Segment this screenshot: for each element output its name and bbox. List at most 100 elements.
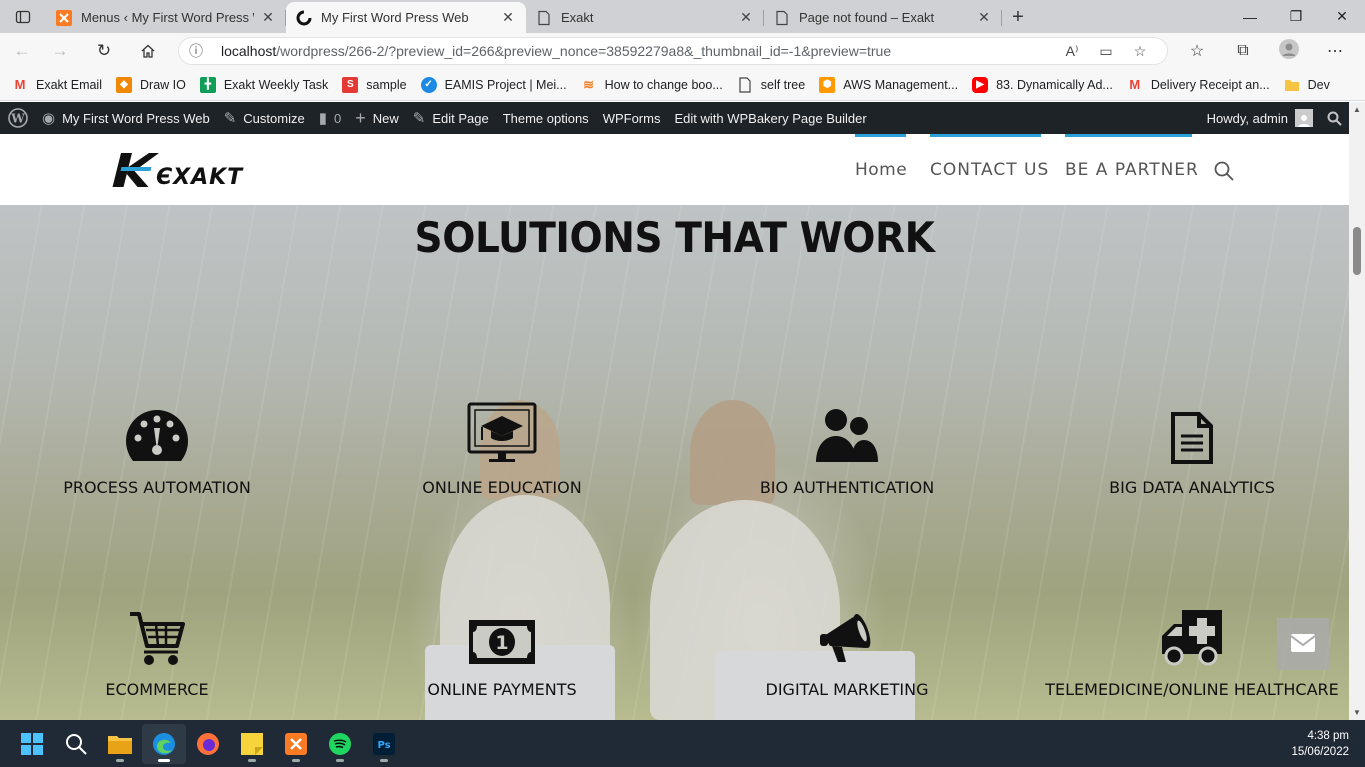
- customize-label: Customize: [243, 110, 305, 126]
- solutions-section: SOLUTIONS THAT WORK PROCESS AUTOMATION O…: [0, 205, 1349, 720]
- firefox-icon[interactable]: [186, 724, 230, 764]
- xampp-taskbar-icon[interactable]: [274, 724, 318, 764]
- menu-item-home[interactable]: Home: [855, 160, 907, 180]
- search-taskbar-icon[interactable]: [54, 724, 98, 764]
- wp-new[interactable]: + New: [348, 102, 406, 134]
- site-info-icon[interactable]: ⓘ: [189, 41, 211, 61]
- bookmark-sample[interactable]: Ssample: [342, 76, 407, 93]
- file-explorer-icon[interactable]: [98, 724, 142, 764]
- close-tab-icon[interactable]: ✕: [500, 9, 516, 26]
- service-process-automation[interactable]: PROCESS AUTOMATION: [7, 396, 307, 497]
- wp-search-icon[interactable]: [1320, 102, 1349, 134]
- page-scrollbar[interactable]: ▲ ▼: [1349, 102, 1365, 720]
- main-menu: Home CONTACT US BE A PARTNER: [0, 134, 1349, 205]
- bookmark-label: EAMIS Project | Mei...: [444, 77, 567, 92]
- close-tab-icon[interactable]: ✕: [976, 9, 992, 26]
- search-icon[interactable]: [1214, 161, 1234, 184]
- service-bio-authentication[interactable]: BIO AUTHENTICATION: [697, 396, 997, 497]
- bookmark-self-tree[interactable]: self tree: [737, 76, 805, 93]
- wp-customize[interactable]: ✎ Customize: [217, 102, 312, 134]
- bookmark-dev[interactable]: Dev: [1284, 77, 1330, 93]
- new-tab-icon[interactable]: +: [1002, 2, 1034, 33]
- pencil-icon: ✎: [412, 110, 426, 127]
- tab-page-not-found[interactable]: Page not found – Exakt ✕: [764, 2, 1002, 33]
- bookmark-label: Exakt Email: [36, 77, 102, 92]
- reload-icon[interactable]: ↻: [82, 33, 126, 69]
- service-online-education[interactable]: ONLINE EDUCATION: [352, 396, 652, 497]
- forward-icon[interactable]: →: [38, 33, 82, 69]
- new-label: New: [372, 110, 399, 126]
- more-menu-icon[interactable]: ⋯: [1312, 41, 1358, 61]
- start-icon[interactable]: [10, 724, 54, 764]
- minimize-icon[interactable]: —: [1227, 0, 1273, 33]
- drawio-icon: ◆: [116, 76, 132, 93]
- add-favorite-icon[interactable]: ☆: [1123, 43, 1157, 60]
- wp-wpbakery[interactable]: Edit with WPBakery Page Builder: [667, 102, 873, 134]
- scrollbar-thumb[interactable]: [1353, 227, 1361, 275]
- graduation-monitor-icon: [352, 396, 652, 464]
- address-bar[interactable]: ⓘ localhost/wordpress/266-2/?preview_id=…: [178, 37, 1168, 65]
- service-big-data-analytics[interactable]: BIG DATA ANALYTICS: [1042, 396, 1342, 497]
- bookmark-exakt-email[interactable]: M Exakt Email: [12, 77, 102, 93]
- tab-menus[interactable]: Menus ‹ My First Word Press We ✕: [46, 2, 286, 33]
- scroll-up-icon[interactable]: ▲: [1353, 105, 1361, 114]
- brush-icon: ✎: [223, 110, 237, 127]
- document-icon: [1042, 396, 1342, 464]
- wp-site-name[interactable]: ◉ My First Word Press Web: [35, 102, 217, 134]
- spotify-icon[interactable]: [318, 724, 362, 764]
- wordpress-logo-icon[interactable]: W: [0, 102, 35, 134]
- tab-my-first-word-press-web[interactable]: My First Word Press Web ✕: [286, 2, 526, 33]
- sheets-icon: ╋: [199, 76, 216, 93]
- check-icon: ✓: [420, 76, 437, 93]
- collections-icon[interactable]: ⧉: [1220, 42, 1266, 60]
- bookmark-label: Draw IO: [140, 77, 186, 92]
- page-icon: [774, 10, 790, 26]
- service-digital-marketing[interactable]: DIGITAL MARKETING: [697, 598, 997, 699]
- wp-theme-options[interactable]: Theme options: [496, 102, 596, 134]
- tab-exakt[interactable]: Exakt ✕: [526, 2, 764, 33]
- theme-options-label: Theme options: [502, 110, 589, 126]
- bookmark-weekly-task[interactable]: ╋ Exakt Weekly Task: [199, 76, 328, 93]
- s-icon: S: [342, 76, 359, 93]
- bookmark-delivery-receipt[interactable]: M Delivery Receipt an...: [1127, 77, 1269, 93]
- url-text[interactable]: localhost/wordpress/266-2/?preview_id=26…: [221, 43, 1055, 59]
- service-ecommerce[interactable]: ECOMMERCE: [7, 598, 307, 699]
- favorites-icon[interactable]: ☆: [1174, 41, 1220, 61]
- scroll-down-icon[interactable]: ▼: [1353, 708, 1361, 717]
- wp-loader-icon: [296, 10, 312, 26]
- close-window-icon[interactable]: ✕: [1319, 0, 1365, 33]
- bookmark-how-to-change[interactable]: ≋ How to change boo...: [581, 77, 723, 93]
- bookmark-label: sample: [366, 77, 407, 92]
- menu-indicator: [930, 134, 1041, 137]
- photoshop-icon[interactable]: Ps: [362, 724, 406, 764]
- home-icon[interactable]: [126, 33, 170, 69]
- tab-actions-icon[interactable]: [0, 0, 46, 33]
- gmail-icon: M: [1129, 77, 1141, 92]
- profile-icon[interactable]: [1266, 38, 1312, 64]
- menu-item-be-a-partner[interactable]: BE A PARTNER: [1065, 160, 1199, 180]
- megaphone-icon: [697, 598, 997, 666]
- sticky-notes-icon[interactable]: [230, 724, 274, 764]
- system-clock[interactable]: 4:38 pm 15/06/2022: [1291, 728, 1349, 760]
- read-aloud-icon[interactable]: A⁾: [1055, 43, 1089, 60]
- service-online-payments[interactable]: 1 ONLINE PAYMENTS: [352, 598, 652, 699]
- immersive-reader-icon[interactable]: ▭: [1089, 43, 1123, 60]
- wp-comments[interactable]: ▮ 0: [312, 102, 349, 134]
- bookmark-dynamically[interactable]: ▶ 83. Dynamically Ad...: [972, 76, 1113, 93]
- close-tab-icon[interactable]: ✕: [260, 9, 276, 26]
- edge-icon[interactable]: [142, 723, 186, 764]
- avatar: [1295, 109, 1313, 127]
- bookmark-eamis[interactable]: ✓ EAMIS Project | Mei...: [420, 76, 567, 93]
- site-name-label: My First Word Press Web: [62, 110, 210, 126]
- close-tab-icon[interactable]: ✕: [738, 9, 754, 26]
- wp-my-account[interactable]: Howdy, admin: [1200, 102, 1320, 134]
- wp-wpforms[interactable]: WPForms: [596, 102, 668, 134]
- bookmark-draw-io[interactable]: ◆ Draw IO: [116, 76, 186, 93]
- comment-icon: ▮: [318, 110, 327, 127]
- menu-item-contact-us[interactable]: CONTACT US: [930, 160, 1049, 180]
- contact-mail-button[interactable]: [1277, 618, 1329, 670]
- restore-icon[interactable]: ❐: [1273, 0, 1319, 33]
- howdy-label: Howdy, admin: [1206, 110, 1288, 126]
- bookmark-aws[interactable]: ⬢ AWS Management...: [819, 76, 958, 93]
- wp-edit-page[interactable]: ✎ Edit Page: [406, 102, 496, 134]
